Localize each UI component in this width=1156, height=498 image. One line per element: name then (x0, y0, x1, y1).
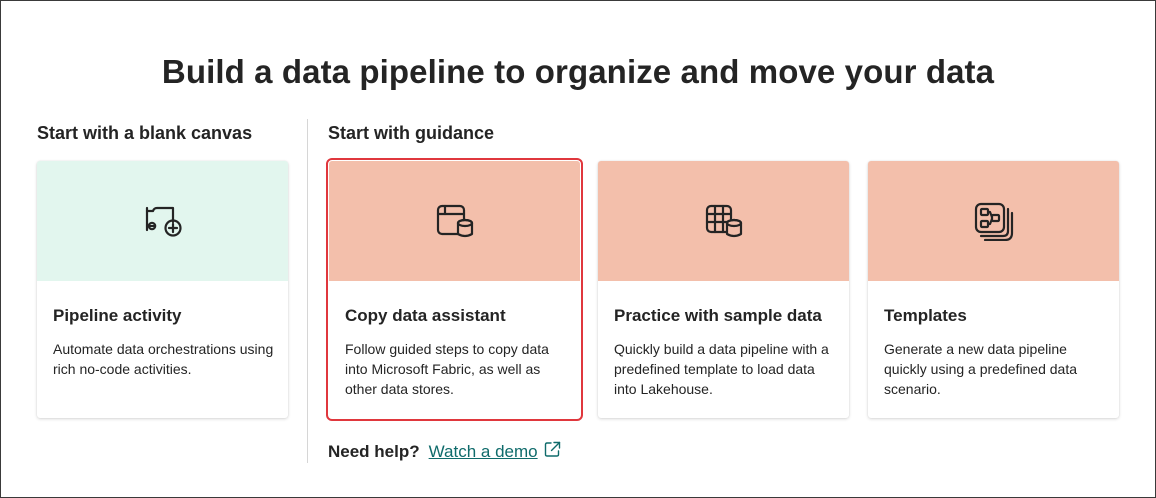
blank-canvas-heading: Start with a blank canvas (37, 123, 253, 143)
pipeline-add-icon (143, 204, 183, 238)
card-title: Copy data assistant (345, 306, 506, 325)
card-description: Automate data orchestrations using rich … (53, 341, 274, 377)
card-banner (37, 161, 288, 281)
card-banner (329, 161, 580, 281)
external-link-icon[interactable] (544, 441, 561, 463)
page-title: Build a data pipeline to organize and mo… (161, 53, 995, 90)
copy-data-icon (435, 203, 475, 239)
card-title: Pipeline activity (53, 306, 182, 325)
card-title: Templates (884, 306, 967, 325)
card-banner (868, 161, 1119, 281)
table-database-icon (704, 203, 744, 239)
card-pipeline-activity[interactable]: Pipeline activity Automate data orchestr… (37, 161, 288, 418)
card-description: Follow guided steps to copy data into Mi… (345, 341, 549, 397)
card-practice-sample-data[interactable]: Practice with sample data Quickly build … (598, 161, 849, 418)
template-flow-icon (973, 201, 1015, 241)
help-row: Need help? Watch a demo (328, 441, 561, 463)
help-label: Need help? (328, 442, 420, 461)
guidance-heading: Start with guidance (328, 123, 495, 143)
watch-demo-link[interactable]: Watch a demo (429, 442, 538, 462)
section-divider (307, 119, 308, 463)
card-copy-data-assistant[interactable]: Copy data assistant Follow guided steps … (326, 158, 583, 421)
card-description: Quickly build a data pipeline with a pre… (614, 341, 829, 397)
card-description: Generate a new data pipeline quickly usi… (884, 341, 1078, 397)
card-title: Practice with sample data (614, 306, 822, 325)
dialog-frame: Build a data pipeline to organize and mo… (0, 0, 1156, 498)
card-templates[interactable]: Templates Generate a new data pipeline q… (868, 161, 1119, 418)
card-banner (598, 161, 849, 281)
